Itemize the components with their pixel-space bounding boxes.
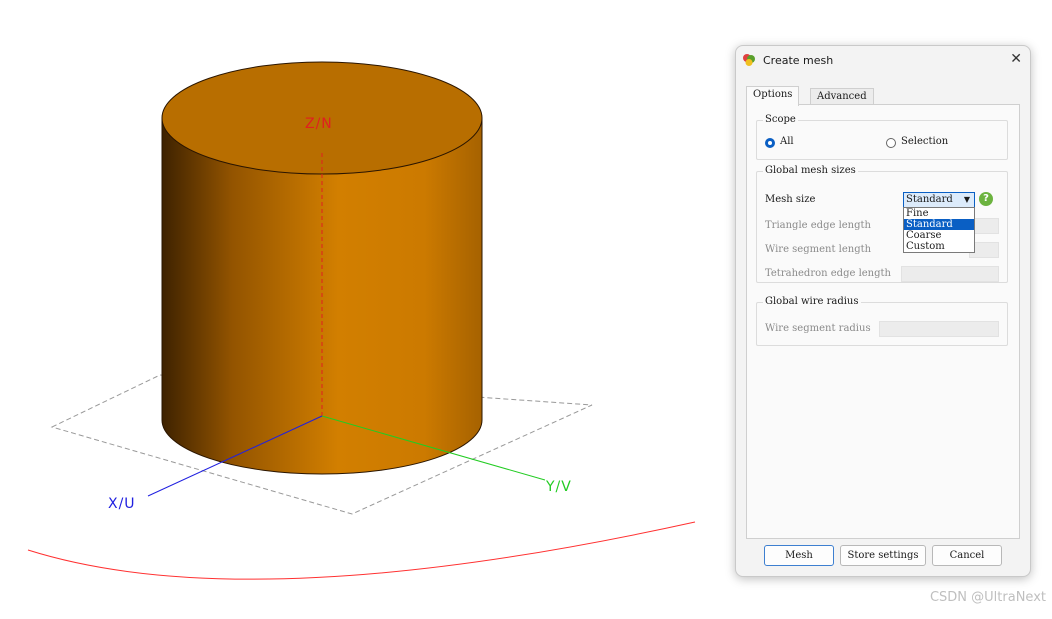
x-axis-label: X/U [108,496,136,512]
mesh-size-dropdown-list: Fine Standard Coarse Custom [903,207,975,253]
mesh-button[interactable]: Mesh [764,545,834,566]
dropdown-option-standard[interactable]: Standard [904,219,974,230]
scope-all-radio[interactable] [765,138,775,148]
chevron-down-icon: ▼ [963,195,970,204]
global-mesh-sizes-legend: Global mesh sizes [763,165,858,176]
scope-legend: Scope [763,114,798,125]
triangle-edge-length-label: Triangle edge length [765,220,871,231]
rotation-arc [27,521,696,580]
scope-group: Scope All Selection [756,114,1008,160]
tetrahedron-edge-length-label: Tetrahedron edge length [765,268,891,279]
scope-all-label[interactable]: All [780,136,794,147]
dropdown-option-coarse[interactable]: Coarse [904,230,974,241]
dialog-title: Create mesh [763,54,834,67]
tab-advanced[interactable]: Advanced [810,88,874,105]
wire-segment-length-label: Wire segment length [765,244,872,255]
scope-selection-radio[interactable] [886,138,896,148]
z-axis-label: Z/N [305,116,333,132]
mesh-size-value: Standard [906,194,953,205]
global-wire-radius-legend: Global wire radius [763,296,861,307]
app-logo-icon [743,54,755,66]
dropdown-option-custom[interactable]: Custom [904,241,974,252]
global-wire-radius-group: Global wire radius Wire segment radius [756,296,1008,346]
mesh-size-label: Mesh size [765,194,816,205]
dropdown-option-fine[interactable]: Fine [904,208,974,219]
y-axis-label: Y/V [546,479,572,495]
global-mesh-sizes-group: Global mesh sizes Mesh size Standard ▼ ?… [756,165,1008,283]
close-icon[interactable]: ✕ [1010,51,1022,67]
tab-options[interactable]: Options [746,86,800,106]
scene-canvas[interactable] [0,0,730,615]
scope-selection-label[interactable]: Selection [901,136,948,147]
dialog-titlebar[interactable]: Create mesh ✕ [736,46,1030,76]
options-panel: Scope All Selection Global mesh sizes Me… [746,104,1020,539]
mesh-size-select[interactable]: Standard ▼ [903,192,975,208]
watermark: CSDN @UltraNext [929,590,1046,605]
store-settings-button[interactable]: Store settings [840,545,926,566]
tetrahedron-edge-length-field[interactable] [901,266,999,282]
create-mesh-dialog: Create mesh ✕ Options Advanced Scope All… [735,45,1031,577]
wire-segment-radius-label: Wire segment radius [765,323,871,334]
help-icon[interactable]: ? [979,192,993,206]
wire-segment-radius-field[interactable] [879,321,999,337]
3d-viewport[interactable]: Z/N Y/V X/U [0,0,730,615]
cancel-button[interactable]: Cancel [932,545,1002,566]
